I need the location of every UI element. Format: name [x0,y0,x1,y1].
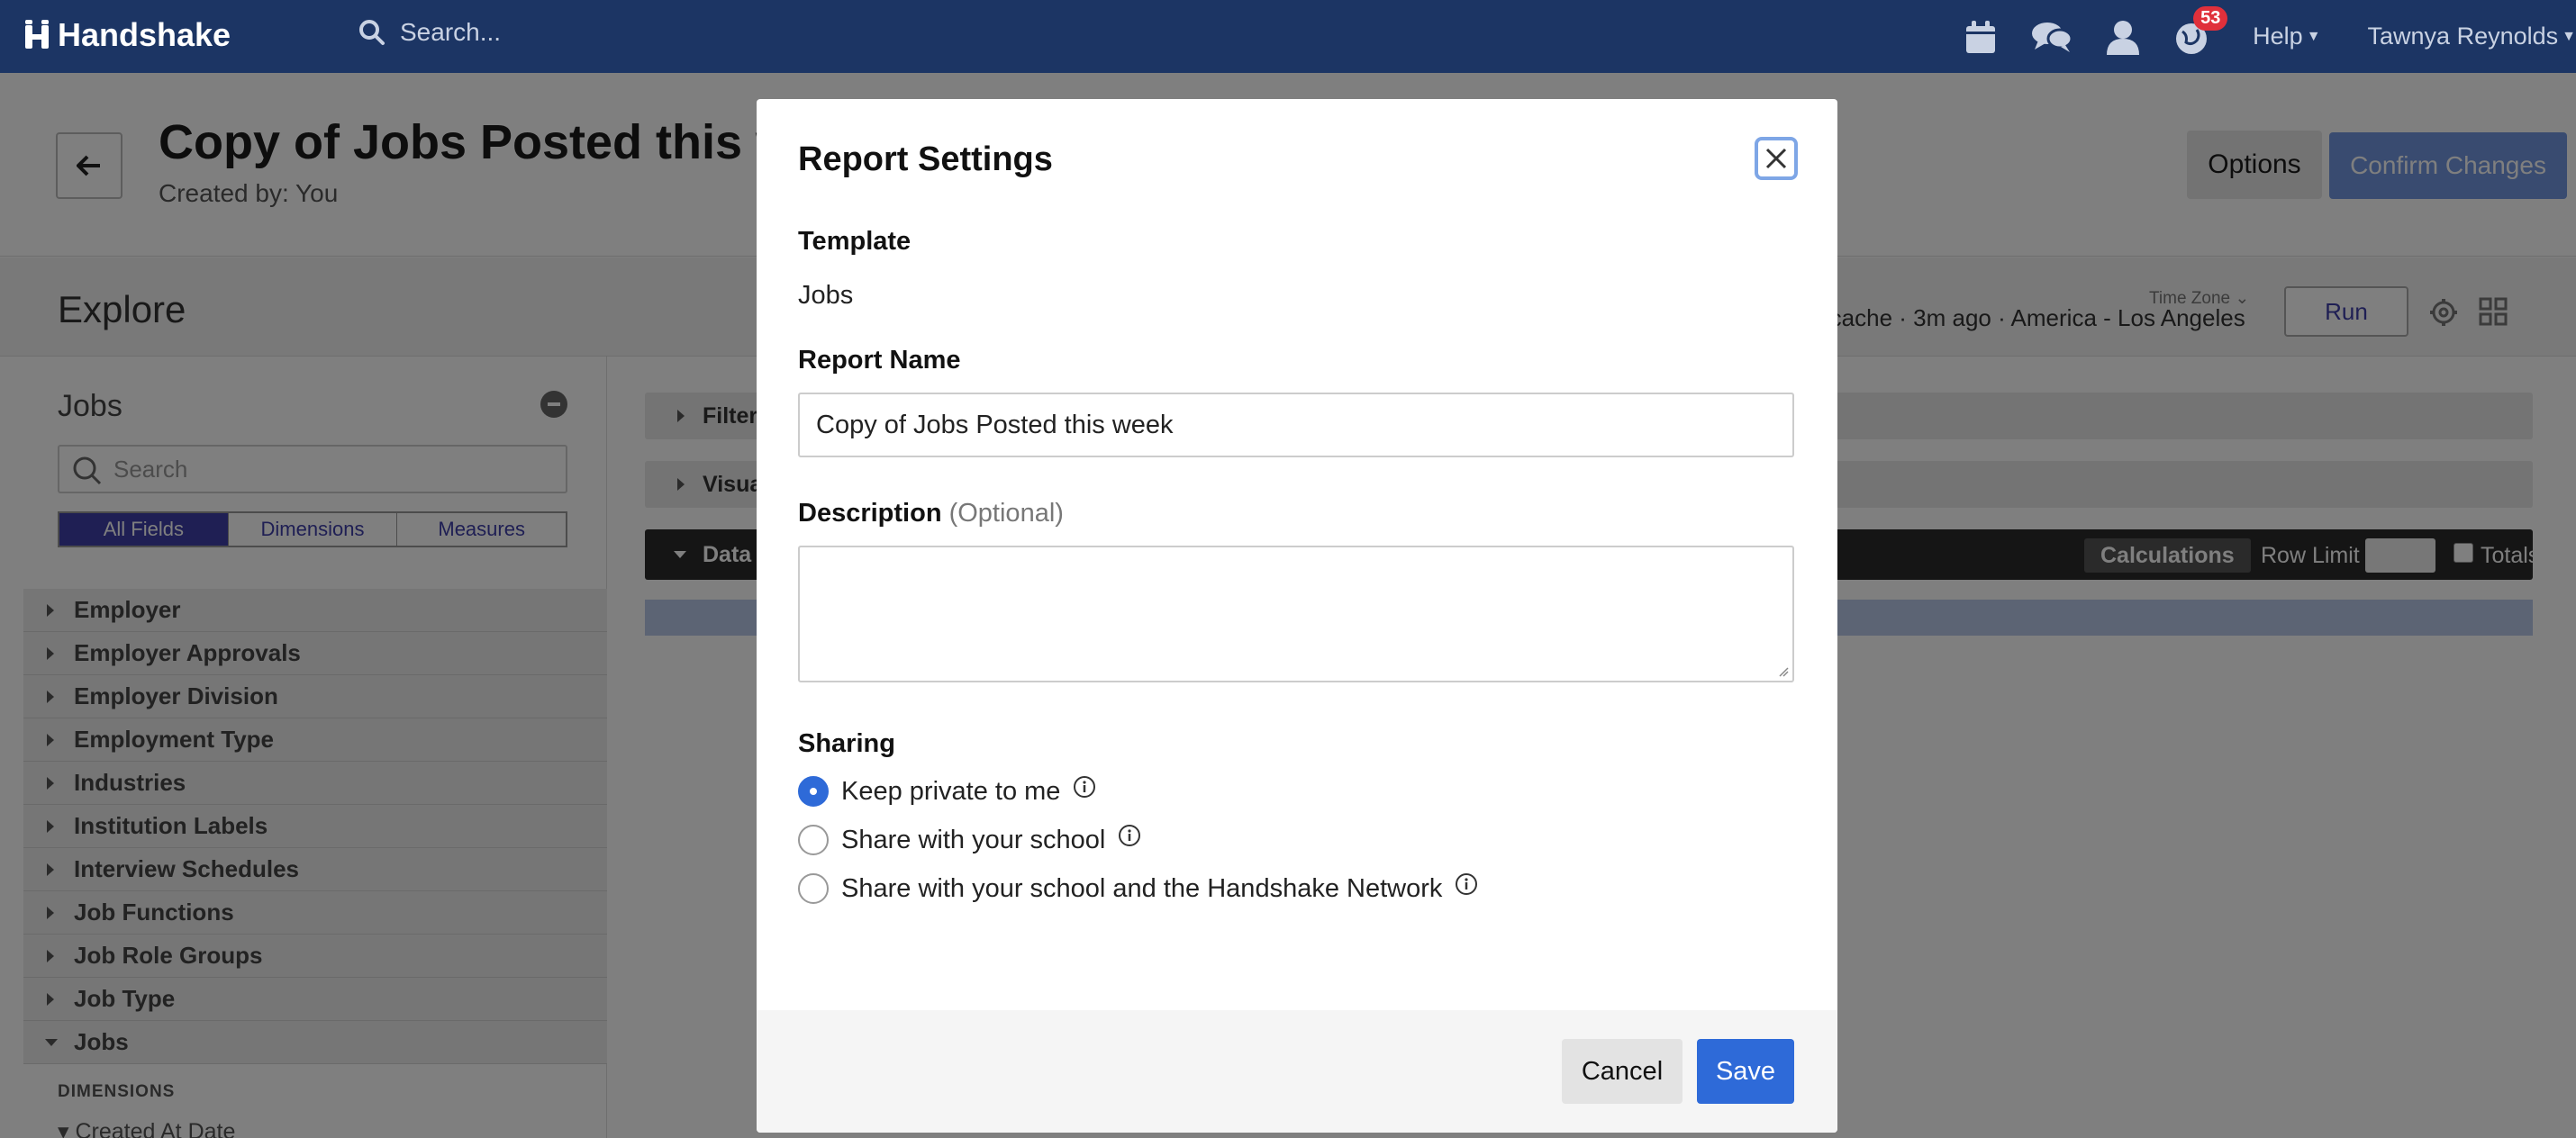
handshake-logo-icon [25,20,52,50]
user-menu[interactable]: Tawnya Reynolds ▼ [2368,23,2576,50]
user-icon[interactable] [2105,19,2141,55]
template-value: Jobs [798,281,854,310]
sharing-option-private[interactable]: Keep private to me [798,776,1096,807]
report-name-input[interactable]: Copy of Jobs Posted this week [798,393,1794,457]
close-icon [1765,148,1787,169]
globe-icon[interactable]: 53 [2173,5,2228,55]
user-name: Tawnya Reynolds [2367,23,2559,50]
report-name-label: Report Name [798,346,961,375]
global-search[interactable]: Search... [358,18,501,47]
description-label-row: Description (Optional) [798,499,1064,528]
description-label: Description [798,499,942,528]
modal-title: Report Settings [798,140,1053,178]
sharing-label: Sharing [798,729,895,758]
top-nav: Handshake Search... 53 Help ▼ Tawnya Rey… [0,0,2576,73]
cancel-button[interactable]: Cancel [1562,1039,1683,1104]
report-settings-modal: Report Settings Template Jobs Report Nam… [757,99,1837,1133]
chat-icon[interactable] [2031,19,2073,55]
info-icon[interactable] [1073,775,1096,799]
description-textarea[interactable] [798,546,1794,682]
close-button[interactable] [1755,137,1798,180]
help-menu[interactable]: Help ▼ [2253,23,2320,50]
sharing-option-label: Share with your school [841,825,1106,854]
caret-down-icon: ▼ [2306,28,2321,44]
radio-button[interactable] [798,873,829,904]
sharing-option-label: Keep private to me [841,776,1061,806]
save-button[interactable]: Save [1697,1039,1794,1104]
sharing-option-label: Share with your school and the Handshake… [841,873,1443,903]
help-label: Help [2253,23,2303,50]
handshake-logo[interactable]: Handshake [25,16,231,54]
description-optional: (Optional) [948,499,1064,528]
search-icon [359,20,385,45]
search-placeholder: Search... [400,18,502,46]
radio-button[interactable] [798,825,829,855]
info-icon[interactable] [1455,872,1478,896]
caret-down-icon: ▼ [2562,28,2576,44]
resize-grip-icon[interactable] [1778,666,1789,677]
brand-name: Handshake [58,16,231,53]
sharing-option-network[interactable]: Share with your school and the Handshake… [798,873,1478,904]
radio-button[interactable] [798,776,829,807]
modal-footer: Cancel Save [757,1010,1837,1133]
sharing-option-school[interactable]: Share with your school [798,825,1141,855]
notification-badge: 53 [2193,5,2228,31]
template-label: Template [798,227,912,256]
nav-icons: 53 Help ▼ Tawnya Reynolds ▼ [1963,0,2576,73]
info-icon[interactable] [1118,824,1141,847]
calendar-icon[interactable] [1963,19,1999,55]
